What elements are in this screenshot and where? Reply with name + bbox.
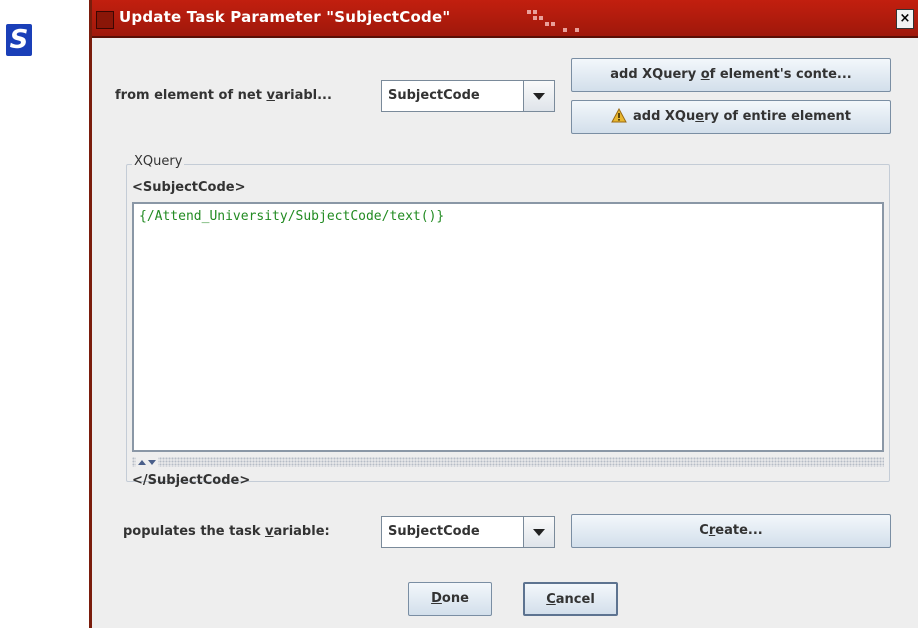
target-label-mnemonic: v (265, 524, 274, 539)
source-label-post: ariabl... (274, 88, 332, 103)
done-button[interactable]: Done (408, 582, 492, 616)
editor-splitter[interactable] (132, 457, 884, 467)
xquery-open-tag: <SubjectCode> (132, 180, 246, 195)
cancel-label-mnemonic: C (546, 592, 556, 607)
add-element-label-pre: add XQu (632, 109, 696, 124)
window-menu-icon[interactable] (96, 11, 114, 29)
target-variable-select[interactable]: SubjectCode (381, 516, 555, 548)
chevron-down-icon[interactable] (523, 517, 554, 547)
source-variable-value: SubjectCode (388, 88, 480, 103)
chevron-down-icon[interactable] (523, 81, 554, 111)
add-xquery-content-button[interactable]: add XQuery of element's conte... (571, 58, 891, 92)
target-variable-label: populates the task variable: (123, 524, 330, 539)
done-label-post: one (441, 591, 469, 606)
create-button[interactable]: Create... (571, 514, 891, 548)
titlebar-grip-icon (527, 10, 579, 32)
done-label-mnemonic: D (431, 591, 442, 606)
create-label-post: eate... (715, 523, 763, 538)
cancel-button[interactable]: Cancel (523, 582, 618, 616)
source-variable-select[interactable]: SubjectCode (381, 80, 555, 112)
add-element-label-post: ry of entire element (704, 109, 852, 124)
target-label-pre: populates the task (123, 524, 266, 539)
xquery-legend: XQuery (132, 154, 185, 169)
target-variable-value: SubjectCode (388, 524, 480, 539)
add-content-label-pre: add XQuery (610, 67, 701, 82)
source-label-pre: from element of net (115, 88, 267, 103)
create-label-pre: C (699, 523, 709, 538)
warning-icon (611, 108, 627, 123)
dialog-window: Update Task Parameter "SubjectCode" × fr… (89, 0, 918, 628)
xquery-close-tag: </SubjectCode> (132, 473, 251, 488)
xquery-editor[interactable]: {/Attend_University/SubjectCode/text()} (132, 202, 884, 452)
target-label-post: ariable: (273, 524, 330, 539)
xquery-expression[interactable]: {/Attend_University/SubjectCode/text()} (139, 209, 444, 224)
app-logo-icon: S (6, 24, 32, 56)
dialog-title: Update Task Parameter "SubjectCode" (119, 8, 451, 26)
splitter-arrows-icon[interactable] (136, 457, 158, 467)
cancel-label-post: ancel (555, 592, 595, 607)
close-icon[interactable]: × (896, 9, 914, 29)
add-content-label-post: f element's conte... (709, 67, 852, 82)
add-element-label-mnemonic: e (695, 109, 705, 124)
add-xquery-element-button[interactable]: add XQuery of entire element (571, 100, 891, 134)
add-content-label-mnemonic: o (700, 67, 710, 82)
source-variable-label: from element of net variabl... (115, 88, 332, 103)
titlebar[interactable]: Update Task Parameter "SubjectCode" × (92, 0, 918, 38)
source-label-mnemonic: v (266, 88, 275, 103)
